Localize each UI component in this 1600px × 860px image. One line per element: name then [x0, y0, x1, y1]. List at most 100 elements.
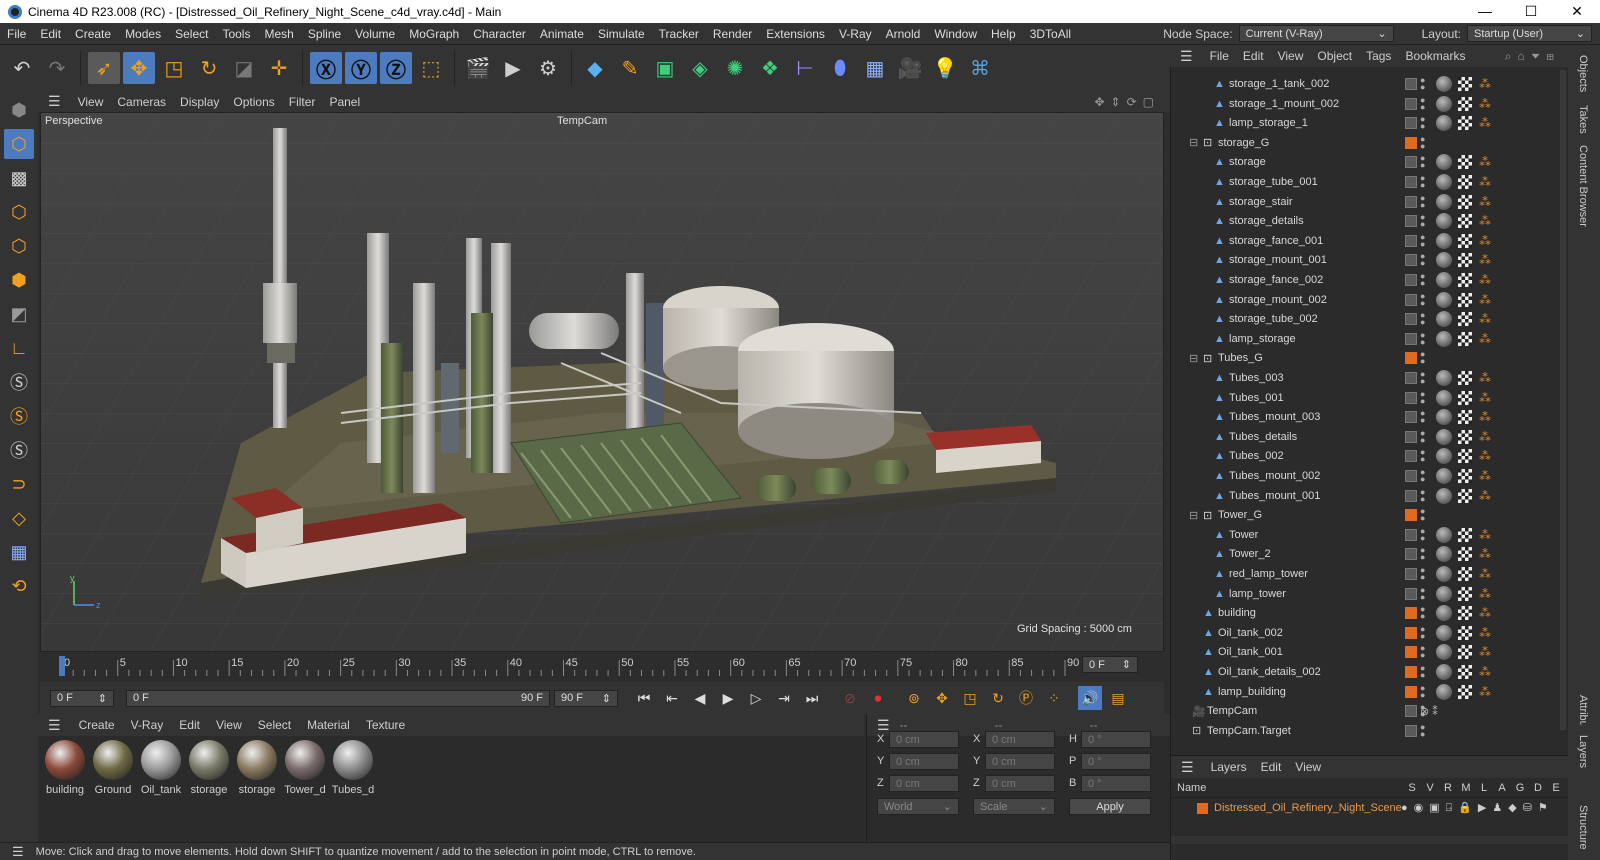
object-row[interactable]: ▲ Oil_tank_002 ● ● ⁂	[1170, 623, 1560, 643]
phong-tag-icon[interactable]: ⁂	[1479, 273, 1491, 287]
apply-button[interactable]: Apply	[1069, 798, 1151, 815]
edges-mode-icon[interactable]: ⬡	[4, 231, 34, 261]
undo-icon[interactable]: ↶	[6, 52, 38, 84]
material-tag-icon[interactable]	[1436, 330, 1452, 347]
visibility-dots-icon[interactable]: ● ●	[1420, 722, 1425, 738]
phong-tag-icon[interactable]: ⁂	[1479, 371, 1491, 385]
tab-objects[interactable]: Objects	[1577, 55, 1589, 92]
coordinate-space-select[interactable]: World ⌄	[877, 798, 959, 815]
visibility-dots-icon[interactable]: ● ●	[1420, 624, 1425, 640]
object-row[interactable]: ▲ Oil_tank_001 ● ● ⁂	[1170, 642, 1560, 662]
sound-icon[interactable]: 🔊	[1078, 686, 1102, 710]
layer-column-header[interactable]: D	[1529, 782, 1547, 794]
uvw-tag-icon[interactable]	[1458, 625, 1472, 640]
layer-column-header[interactable]: E	[1547, 782, 1565, 794]
object-row[interactable]: ▲ Oil_tank_details_002 ● ● ⁂	[1170, 662, 1560, 682]
tab-attributes[interactable]: Attributes	[1577, 695, 1589, 725]
object-menu-edit[interactable]: Edit	[1236, 49, 1271, 63]
field-icon[interactable]: ⬮	[824, 52, 856, 84]
material-menu-texture[interactable]: Texture	[358, 718, 413, 732]
phong-tag-icon[interactable]: ⁂	[1479, 234, 1491, 248]
material-tag-icon[interactable]	[1436, 370, 1452, 386]
model-mode-icon[interactable]: ⬡	[4, 129, 34, 159]
material-tag-icon[interactable]	[1436, 311, 1452, 328]
frame-range-slider[interactable]: 0 F 90 F	[126, 689, 550, 707]
visibility-dots-icon[interactable]: ● ●	[1420, 448, 1425, 464]
viewport-menu-filter[interactable]: Filter	[282, 95, 323, 109]
hamburger-menu-icon[interactable]: ☰	[1171, 759, 1204, 776]
material-tag-icon[interactable]	[1436, 76, 1452, 92]
visibility-dots-icon[interactable]: ● ●	[1420, 76, 1425, 92]
material-tag-icon[interactable]	[1436, 115, 1452, 132]
coord-value-field[interactable]: 0 cm	[889, 753, 959, 770]
object-row[interactable]: ▲ Tubes_003 ● ● ⁂	[1170, 368, 1560, 388]
texture-mode-icon[interactable]: ▩	[4, 163, 34, 193]
material-tag-icon[interactable]	[1436, 546, 1452, 563]
points-mode-icon[interactable]: ⬡	[4, 197, 34, 227]
size-mode-select[interactable]: Scale ⌄	[973, 798, 1055, 815]
visibility-dots-icon[interactable]: ● ●	[1420, 134, 1425, 150]
enable-checkbox[interactable]	[1405, 568, 1417, 580]
material-slot[interactable]: Oil_tank	[138, 740, 184, 796]
node-space-select[interactable]: Current (V-Ray) ⌄	[1238, 25, 1394, 42]
enable-checkbox[interactable]	[1405, 176, 1417, 188]
menu-spline[interactable]: Spline	[301, 27, 348, 41]
phong-tag-icon[interactable]: ⁂	[1479, 253, 1491, 267]
menu-tools[interactable]: Tools	[215, 27, 257, 41]
hamburger-menu-icon[interactable]: ☰	[38, 717, 71, 734]
uvw-tag-icon[interactable]	[1458, 214, 1472, 229]
visibility-dots-icon[interactable]: ● ●	[1420, 487, 1425, 503]
uvw-tag-icon[interactable]	[1458, 96, 1472, 111]
phong-tag-icon[interactable]: ⁂	[1479, 528, 1491, 542]
material-menu-material[interactable]: Material	[299, 718, 358, 732]
material-tag-icon[interactable]	[1436, 272, 1452, 288]
enable-checkbox[interactable]	[1405, 528, 1417, 541]
layer-color-swatch[interactable]	[1405, 666, 1417, 678]
move-tool-icon[interactable]: ✥	[123, 52, 155, 84]
uvw-tag-icon[interactable]	[1458, 645, 1472, 660]
render-to-picture-viewer-icon[interactable]: ▶	[497, 52, 529, 84]
visibility-dots-icon[interactable]: ● ●	[1420, 330, 1425, 346]
visibility-dots-icon[interactable]: ● ●	[1420, 526, 1425, 542]
key-scale-icon[interactable]: ◳	[958, 686, 982, 710]
phong-tag-icon[interactable]: ⁂	[1479, 547, 1491, 561]
visibility-dots-icon[interactable]: ● ●	[1420, 311, 1425, 327]
object-row[interactable]: ▲ lamp_storage ● ● ⁂	[1170, 329, 1560, 349]
object-row[interactable]: ▲ Tower_2 ● ● ⁂	[1170, 544, 1560, 564]
material-menu-create[interactable]: Create	[71, 718, 123, 732]
material-menu-vray[interactable]: V-Ray	[123, 718, 172, 732]
layer-color-swatch[interactable]	[1197, 802, 1208, 814]
object-row[interactable]: ▲ storage_1_mount_002 ● ● ⁂	[1170, 94, 1560, 114]
layers-menu-view[interactable]: View	[1288, 760, 1328, 774]
menu-file[interactable]: File	[0, 27, 33, 41]
object-menu-file[interactable]: File	[1203, 49, 1236, 63]
next-key-icon[interactable]: ⇥	[772, 686, 796, 710]
axis-mode-icon[interactable]: ∟	[4, 333, 34, 363]
material-slot[interactable]: Tower_d	[282, 740, 328, 796]
visibility-dots-icon[interactable]: ● ●	[1420, 115, 1425, 131]
menu-help[interactable]: Help	[984, 27, 1023, 41]
snap-settings-icon[interactable]: Ⓢ	[4, 401, 34, 431]
select-tool-icon[interactable]: ➶	[88, 52, 120, 84]
object-row[interactable]: ▲ storage_stair ● ● ⁂	[1170, 192, 1560, 212]
enable-checkbox[interactable]	[1405, 293, 1417, 306]
phong-tag-icon[interactable]: ⁂	[1479, 312, 1491, 326]
material-tag-icon[interactable]	[1436, 291, 1452, 308]
layer-color-swatch[interactable]	[1405, 607, 1417, 620]
material-tag-icon[interactable]	[1436, 585, 1452, 602]
material-tag-icon[interactable]	[1436, 487, 1452, 504]
3d-viewport[interactable]: Perspective TempCam Grid Spacing : 5000 …	[40, 112, 1164, 652]
menu-3dtoall[interactable]: 3DToAll	[1023, 27, 1078, 41]
uvw-tag-icon[interactable]	[1458, 527, 1472, 542]
python-icon[interactable]: ⌘	[964, 52, 996, 84]
enable-checkbox[interactable]	[1405, 587, 1417, 600]
phong-tag-icon[interactable]: ⁂	[1479, 567, 1491, 581]
phong-tag-icon[interactable]: ⁂	[1479, 332, 1491, 346]
material-tag-icon[interactable]	[1436, 95, 1452, 112]
visibility-dots-icon[interactable]: ● ●	[1420, 272, 1425, 288]
material-slot[interactable]: storage	[186, 740, 232, 796]
visibility-dots-icon[interactable]: ● ●	[1420, 644, 1425, 660]
light-icon[interactable]: 💡	[929, 52, 961, 84]
enable-checkbox[interactable]	[1405, 724, 1417, 737]
enable-checkbox[interactable]	[1405, 97, 1417, 110]
